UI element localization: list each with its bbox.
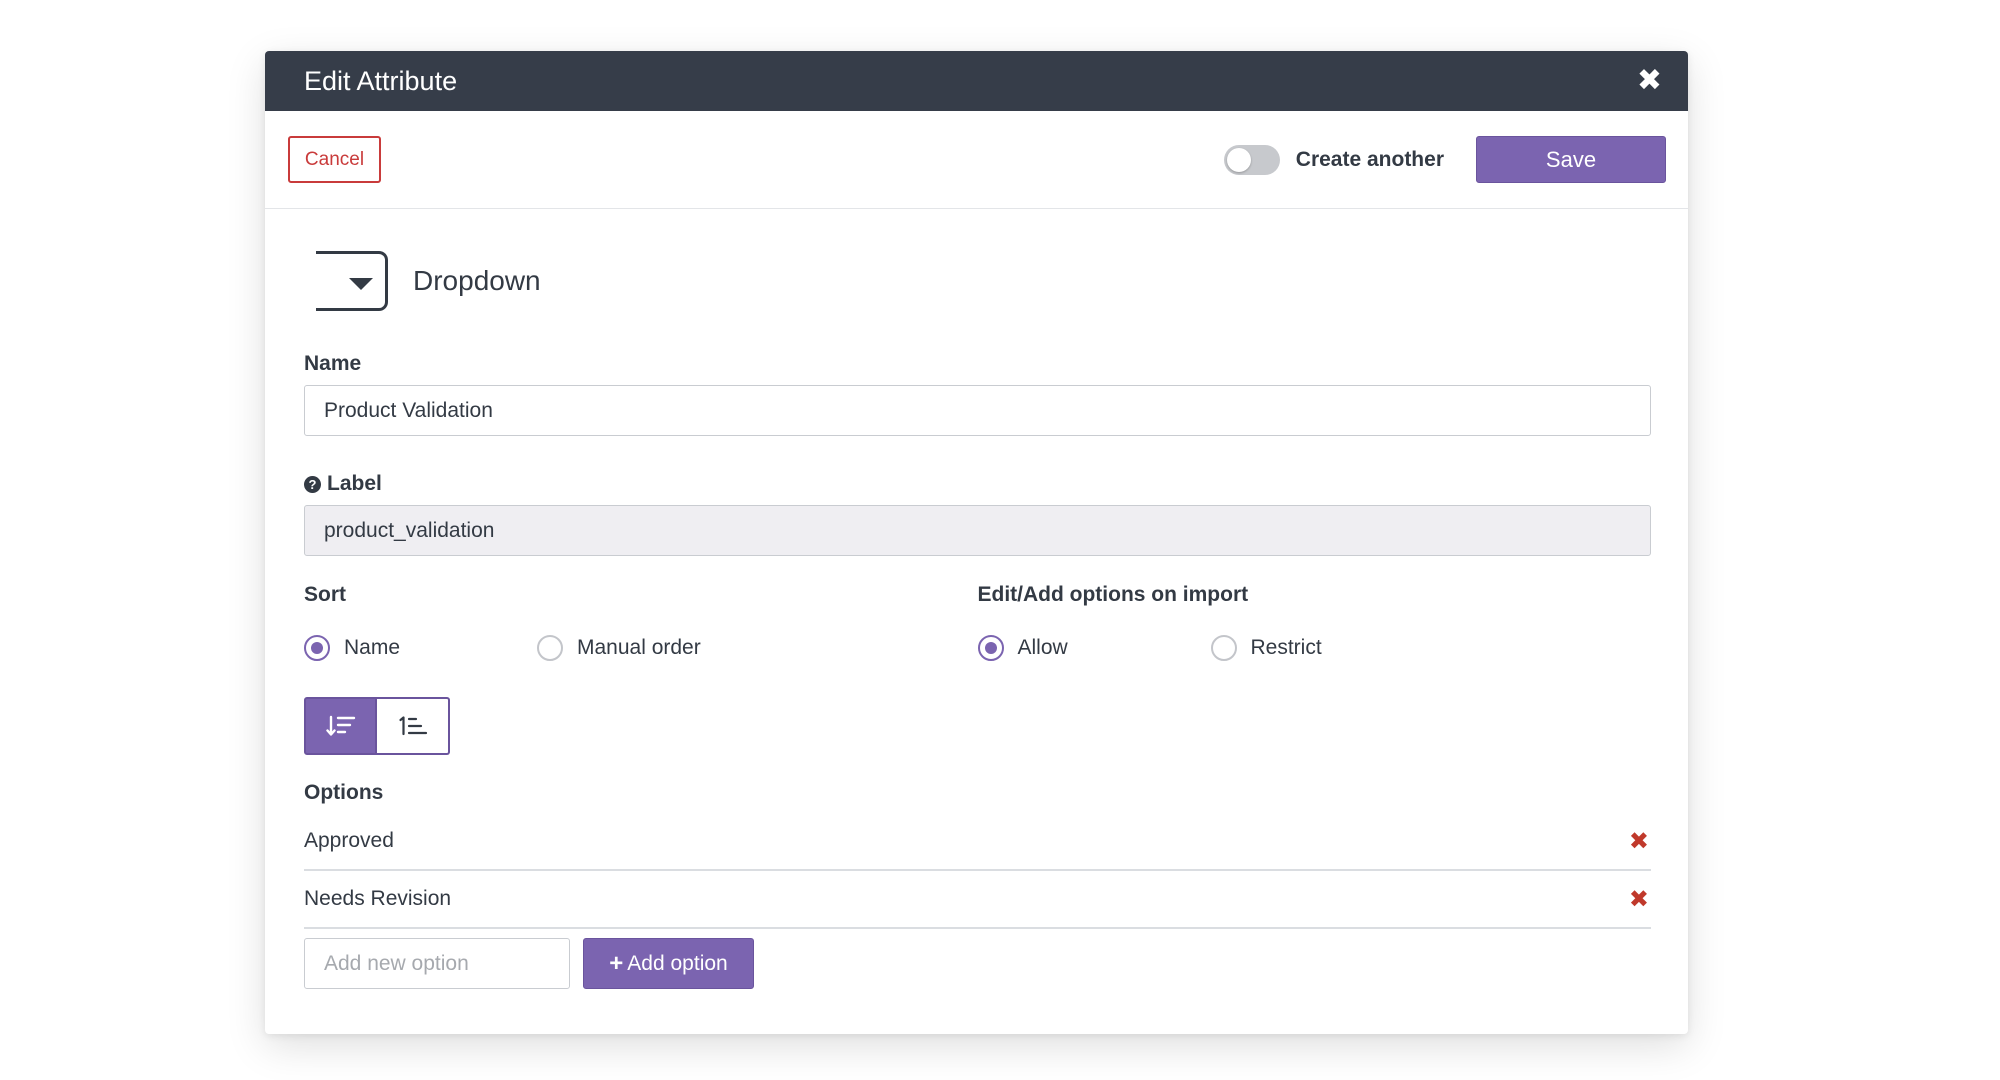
sort-column: Sort Name Manual order — [304, 583, 978, 661]
label-label: ? Label — [304, 472, 1651, 496]
import-option-allow[interactable]: Allow — [977, 635, 1211, 661]
import-column: Edit/Add options on import Allow Restric… — [977, 583, 1652, 661]
name-label: Name — [304, 352, 1651, 376]
question-circle-icon[interactable]: ? — [304, 475, 321, 493]
modal-toolbar: Cancel Create another Save — [265, 111, 1688, 209]
modal-body: Dropdown Name ? Label Sort Name — [265, 247, 1688, 989]
options-label: Options — [304, 781, 384, 804]
add-option-row: + Add option — [304, 938, 1651, 989]
remove-option-icon[interactable]: ✖ — [1629, 827, 1651, 856]
add-option-input[interactable] — [304, 938, 570, 989]
sort-option-manual[interactable]: Manual order — [537, 635, 770, 661]
import-radio-group: Allow Restrict — [977, 635, 1652, 661]
save-button[interactable]: Save — [1476, 136, 1666, 183]
sort-ascending-icon — [325, 715, 355, 736]
sort-label: Sort — [304, 583, 346, 606]
attribute-type-label: Dropdown — [413, 265, 541, 296]
import-option-restrict-label: Restrict — [1250, 636, 1322, 659]
label-input — [304, 505, 1651, 556]
option-row: Approved ✖ — [304, 813, 1651, 871]
import-label: Edit/Add options on import — [977, 583, 1249, 606]
plus-icon: + — [609, 949, 624, 977]
sort-numeric-button[interactable] — [377, 697, 450, 755]
sort-numeric-icon — [398, 716, 427, 736]
edit-attribute-modal: Edit Attribute ✖ Cancel Create another S… — [265, 51, 1688, 1034]
radio-unchecked-icon[interactable] — [537, 635, 563, 661]
radio-checked-icon[interactable] — [977, 635, 1004, 661]
remove-option-icon[interactable]: ✖ — [1629, 885, 1651, 914]
toolbar-right: Create another Save — [1223, 136, 1666, 183]
option-label: Needs Revision — [304, 887, 452, 910]
name-label-text: Name — [304, 352, 362, 375]
sort-direction-group — [304, 697, 1651, 755]
add-option-button[interactable]: + Add option — [583, 938, 754, 989]
modal-title: Edit Attribute — [304, 65, 458, 96]
import-option-allow-label: Allow — [1017, 636, 1068, 659]
attribute-type-row: Dropdown — [304, 247, 1651, 315]
name-input[interactable] — [304, 385, 1651, 436]
create-another-label: Create another — [1295, 147, 1444, 171]
option-label: Approved — [304, 829, 394, 852]
modal-header: Edit Attribute ✖ — [265, 51, 1688, 111]
radio-unchecked-icon[interactable] — [1210, 635, 1237, 661]
sort-option-name-label: Name — [344, 636, 401, 659]
radio-checked-icon[interactable] — [304, 635, 330, 661]
sort-ascending-button[interactable] — [304, 697, 377, 755]
create-another-toggle[interactable] — [1223, 144, 1280, 175]
dropdown-icon — [316, 251, 388, 311]
add-option-button-label: Add option — [627, 951, 728, 975]
import-option-restrict[interactable]: Restrict — [1210, 635, 1444, 661]
option-row: Needs Revision ✖ — [304, 871, 1651, 929]
sort-import-section: Sort Name Manual order Edit/Add options … — [304, 583, 1651, 661]
sort-radio-group: Name Manual order — [304, 635, 978, 661]
cancel-button[interactable]: Cancel — [288, 136, 381, 183]
label-label-text: Label — [327, 472, 382, 495]
close-icon[interactable]: ✖ — [1637, 66, 1662, 96]
sort-option-name[interactable]: Name — [304, 635, 537, 661]
toggle-knob — [1226, 147, 1251, 172]
sort-option-manual-label: Manual order — [577, 636, 701, 659]
